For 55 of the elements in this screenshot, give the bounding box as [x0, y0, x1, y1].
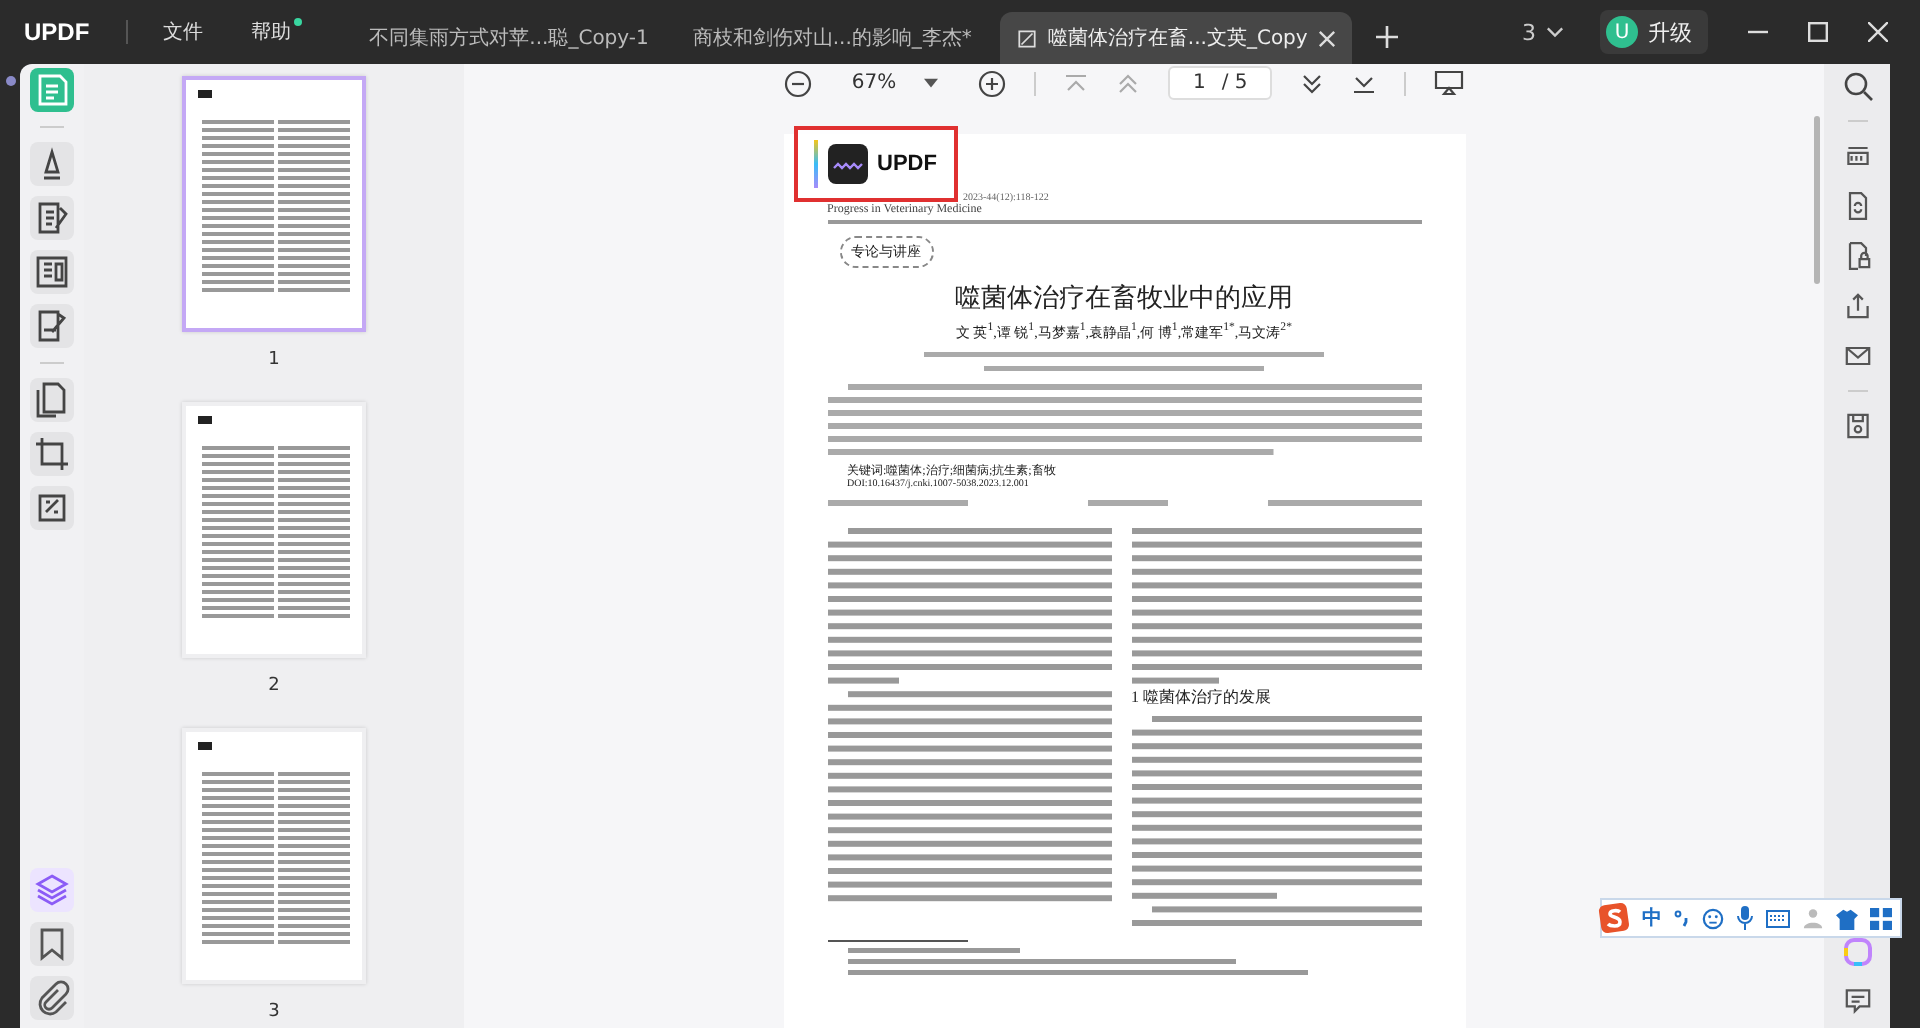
page-number: 3 [268, 1002, 280, 1022]
page-thumbnail[interactable] [182, 402, 366, 658]
menu-item[interactable]: 帮助 [251, 18, 302, 46]
scrollbar[interactable] [1814, 116, 1820, 284]
next-page-icon[interactable] [1300, 71, 1325, 95]
document-tab[interactable]: 噬菌体治疗在畜...文英_Copy [999, 12, 1352, 64]
page-number: 2 [268, 676, 280, 696]
tool-icon[interactable] [30, 976, 74, 1020]
toolbox-grid-icon[interactable] [1870, 907, 1892, 929]
tool-icon[interactable] [30, 486, 74, 530]
tool-icon[interactable] [30, 868, 74, 912]
tool-icon[interactable] [30, 250, 74, 294]
document-tab[interactable]: 不同集雨方式对苹...聪_Copy-1 [353, 12, 665, 64]
tool-icon[interactable] [30, 432, 74, 476]
close-icon[interactable] [1868, 22, 1888, 42]
zoom-out-icon[interactable] [783, 69, 812, 97]
window-count-dropdown[interactable]: 3 [1510, 17, 1576, 47]
document-tab[interactable]: 商枝和剑伤对山...的影响_李杰* [676, 12, 988, 64]
last-page-icon[interactable] [1352, 71, 1377, 95]
page-number: 1 [268, 350, 280, 370]
notification-dot [293, 18, 302, 26]
watermark-logo: UPDF [793, 126, 957, 202]
tool-icon[interactable] [30, 922, 74, 966]
microphone-icon[interactable] [1736, 906, 1754, 930]
emoji-icon[interactable] [1702, 907, 1724, 929]
page-thumbnail[interactable] [182, 728, 366, 984]
maximize-icon[interactable] [1808, 22, 1828, 42]
zoom-dropdown[interactable]: 67% [839, 70, 951, 96]
input-mode-toggle[interactable]: 中 [1642, 904, 1662, 932]
share-icon[interactable] [1841, 290, 1873, 322]
panel-toggle-icon[interactable] [6, 76, 16, 86]
upgrade-button[interactable]: U 升级 [1600, 10, 1708, 54]
presentation-icon[interactable] [1434, 70, 1465, 96]
zoom-in-icon[interactable] [978, 69, 1007, 97]
search-icon[interactable] [1841, 70, 1873, 102]
article-title: 噬菌体治疗在畜牧业中的应用 [955, 282, 1293, 316]
keyboard-icon[interactable] [1766, 909, 1790, 927]
tool-icon[interactable] [30, 304, 74, 348]
menu-item[interactable]: 文件 [163, 18, 204, 46]
close-icon[interactable] [1317, 29, 1336, 47]
document-icon [1015, 27, 1038, 49]
punctuation-icon[interactable] [1674, 908, 1690, 928]
page-thumbnail[interactable] [182, 76, 366, 332]
caret-icon [924, 78, 939, 88]
tool-icon[interactable] [30, 196, 74, 240]
skin-shirt-icon[interactable] [1836, 907, 1858, 929]
tool-icon[interactable] [30, 142, 74, 186]
caret-icon [1546, 26, 1564, 38]
tool-icon[interactable] [30, 378, 74, 422]
new-tab-icon[interactable] [1375, 26, 1398, 48]
comment-icon[interactable] [1841, 984, 1873, 1016]
section-heading: 1 噬菌体治疗的发展 [1131, 686, 1273, 709]
app-logo: UPDF [24, 18, 90, 46]
page-field[interactable]: 1 / 5 [1168, 66, 1273, 100]
save-icon[interactable] [1841, 410, 1873, 442]
